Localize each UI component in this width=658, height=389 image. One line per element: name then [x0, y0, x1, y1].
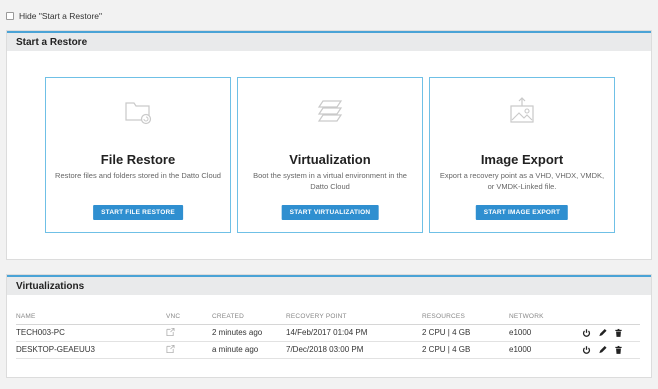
row-created: 2 minutes ago: [212, 324, 286, 342]
row-actions: [582, 341, 640, 359]
start-restore-panel: Start a Restore File Restore Restore fil…: [6, 30, 652, 260]
file-restore-card[interactable]: File Restore Restore files and folders s…: [45, 77, 231, 233]
row-recovery-point: 7/Dec/2018 03:00 PM: [286, 341, 422, 359]
start-virtualization-button[interactable]: START VIRTUALIZATION: [281, 205, 379, 220]
column-network: NETWORK: [509, 309, 582, 325]
start-restore-header: Start a Restore: [7, 31, 651, 51]
start-image-export-button[interactable]: START IMAGE EXPORT: [475, 205, 569, 220]
image-export-card[interactable]: Image Export Export a recovery point as …: [429, 77, 615, 233]
edit-pencil-icon[interactable]: [598, 328, 607, 338]
row-actions: [582, 324, 640, 342]
virtualizations-panel: Virtualizations NAME VNC CREATED RECOVER…: [6, 274, 652, 378]
external-link-icon[interactable]: [166, 327, 175, 337]
row-resources: 2 CPU | 4 GB: [422, 324, 509, 342]
column-recovery-point: RECOVERY POINT: [286, 309, 422, 325]
layers-icon: [317, 100, 343, 122]
row-created: a minute ago: [212, 341, 286, 359]
virtualization-description: Boot the system in a virtual environment…: [253, 171, 407, 191]
start-file-restore-button[interactable]: START FILE RESTORE: [93, 205, 183, 220]
image-export-icon: [510, 97, 534, 123]
edit-pencil-icon[interactable]: [598, 345, 607, 355]
column-actions: [582, 309, 640, 325]
column-created: CREATED: [212, 309, 286, 325]
power-icon[interactable]: [582, 345, 591, 355]
image-export-title: Image Export: [480, 152, 564, 167]
row-network: e1000: [509, 341, 582, 359]
column-name: NAME: [16, 309, 166, 325]
trash-icon[interactable]: [614, 345, 623, 355]
virtualization-title: Virtualization: [289, 152, 371, 167]
virtualization-card[interactable]: Virtualization Boot the system in a virt…: [237, 77, 423, 233]
column-resources: RESOURCES: [422, 309, 509, 325]
table-row: TECH003-PC 2 minutes ago 14/Feb/2017 01:…: [16, 324, 640, 342]
folder-restore-icon: [125, 102, 152, 125]
table-row: DESKTOP-GEAEUU3 a minute ago 7/Dec/2018 …: [16, 341, 640, 359]
external-link-icon[interactable]: [166, 344, 175, 354]
table-header-row: NAME VNC CREATED RECOVERY POINT RESOURCE…: [16, 309, 640, 325]
file-restore-description: Restore files and folders stored in the …: [55, 171, 221, 180]
virtualizations-table: NAME VNC CREATED RECOVERY POINT RESOURCE…: [16, 309, 640, 359]
row-name: DESKTOP-GEAEUU3: [16, 341, 166, 359]
image-export-description: Export a recovery point as a VHD, VHDX, …: [439, 171, 605, 191]
row-resources: 2 CPU | 4 GB: [422, 341, 509, 359]
power-icon[interactable]: [582, 328, 591, 338]
hide-restore-checkbox[interactable]: [6, 12, 14, 20]
row-name: TECH003-PC: [16, 324, 166, 342]
row-network: e1000: [509, 324, 582, 342]
vnc-cell: [166, 324, 212, 342]
row-recovery-point: 14/Feb/2017 01:04 PM: [286, 324, 422, 342]
file-restore-title: File Restore: [100, 152, 176, 167]
virtualizations-header: Virtualizations: [7, 275, 651, 295]
column-vnc: VNC: [166, 309, 212, 325]
trash-icon[interactable]: [614, 328, 623, 338]
vnc-cell: [166, 341, 212, 359]
hide-restore-toggle[interactable]: Hide "Start a Restore": [6, 11, 102, 21]
hide-restore-label: Hide "Start a Restore": [19, 11, 103, 21]
